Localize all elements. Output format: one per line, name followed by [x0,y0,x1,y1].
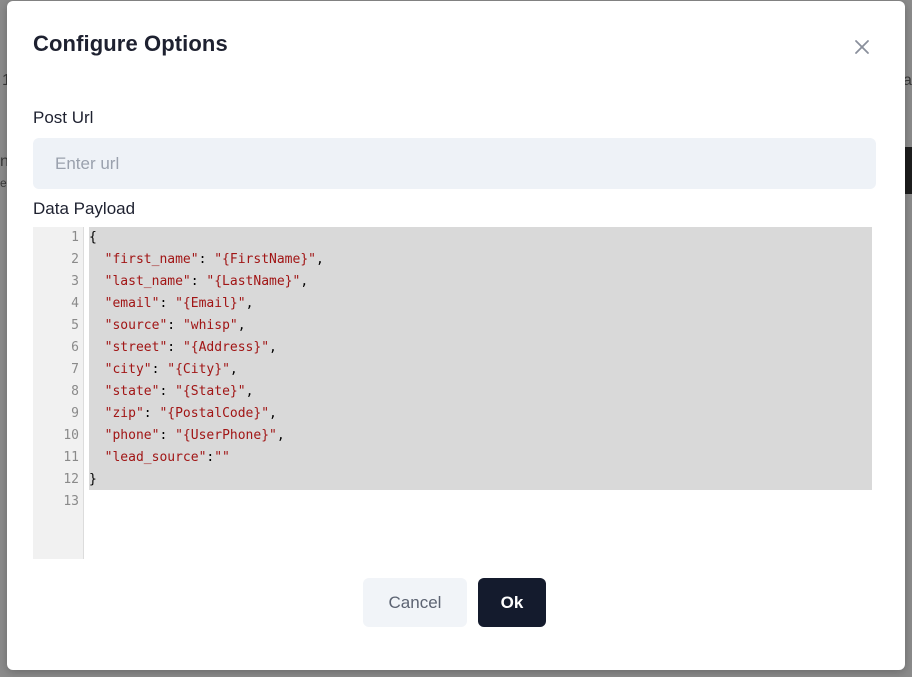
code-line: "first_name": "{FirstName}", [104,252,324,267]
line-number: 2 [71,252,79,267]
line-number: 9 [71,406,79,421]
close-icon [855,40,869,54]
data-payload-label: Data Payload [33,199,136,218]
close-button[interactable] [852,37,872,57]
line-number: 6 [71,340,79,355]
line-number: 4 [71,296,79,311]
code-line: "email": "{Email}", [104,296,254,311]
line-number: 12 [63,472,79,487]
ok-button[interactable]: Ok [478,578,546,627]
code-line: "zip": "{PostalCode}", [104,406,277,421]
code-line: { [89,230,97,245]
background-dark-button [905,147,912,194]
code-line: "city": "{City}", [104,362,238,377]
line-number: 8 [71,384,79,399]
line-number: 5 [71,318,79,333]
code-line: "lead_source":"" [104,450,230,465]
dialog-title: Configure Options [33,31,228,56]
background-text-fragment: e [0,176,7,190]
cancel-button[interactable]: Cancel [363,578,467,627]
line-number-gutter: 1 2 3 4 5 6 7 8 9 10 11 12 13 [33,227,84,559]
post-url-input[interactable] [33,138,876,189]
line-number: 7 [71,362,79,377]
line-number: 1 [71,230,79,245]
code-line: "state": "{State}", [104,384,254,399]
line-number: 10 [63,428,79,443]
configure-options-dialog: Configure Options Post Url Data Payload … [7,1,905,670]
post-url-label: Post Url [33,108,94,127]
code-line: } [89,472,97,487]
line-number: 11 [63,450,79,465]
code-line: "street": "{Address}", [104,340,277,355]
code-line: "source": "whisp", [104,318,246,333]
payload-code-editor[interactable]: 1 2 3 4 5 6 7 8 9 10 11 12 13 { "first_n… [33,227,872,559]
code-line: "last_name": "{LastName}", [104,274,309,289]
code-line: "phone": "{UserPhone}", [104,428,285,443]
line-number: 13 [63,494,79,509]
line-number: 3 [71,274,79,289]
